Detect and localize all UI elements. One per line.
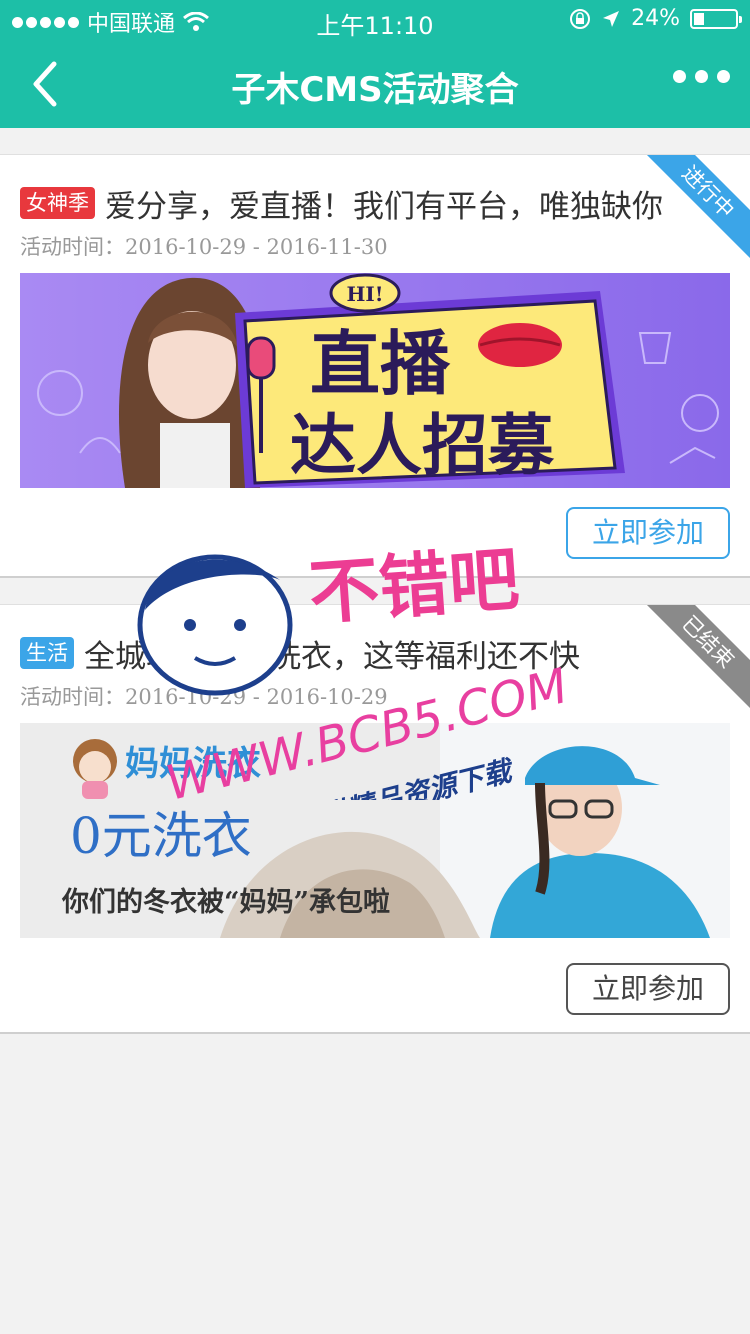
brand-name: 妈妈洗衣 [125,744,261,784]
join-button[interactable]: 立即参加 [566,963,730,1015]
activity-time-label: 活动时间： [20,685,125,709]
banner-headline: 0元洗衣 [70,807,252,865]
activity-card[interactable]: 女神季 爱分享，爱直播！我们有平台，唯独缺你 活动时间：2016-10-29 -… [0,154,750,578]
battery-percent: 24% [631,6,680,31]
activity-time: 活动时间：2016-10-29 - 2016-11-30 [20,231,388,261]
activity-time-range: 2016-10-29 - 2016-10-29 [125,685,388,709]
status-right: 24% [569,6,742,31]
page-title: 子木CMS活动聚合 [231,70,519,110]
activity-time-range: 2016-10-29 - 2016-11-30 [125,235,388,259]
banner-subheadline: 达人招募 [290,406,555,484]
activity-time: 活动时间：2016-10-29 - 2016-10-29 [20,681,388,711]
activity-time-label: 活动时间： [20,235,125,259]
banner-headline: 直播 [310,322,451,405]
more-icon[interactable] [673,70,730,83]
join-button[interactable]: 立即参加 [566,507,730,559]
activity-banner-image[interactable]: 妈妈洗衣 0元洗衣 你们的冬衣被“妈妈”承包啦 [20,723,730,938]
svg-text:HI!: HI! [346,282,383,306]
category-tag: 生活 [20,637,74,669]
app-header: 中国联通 上午11:10 24% 子木CMS活动聚合 [0,0,750,128]
activity-title-row: 生活 全城取件收送洗衣，这等福利还不快 [20,633,730,673]
activity-title: 爱分享，爱直播！我们有平台，唯独缺你 [105,188,663,224]
rotation-lock-icon [570,8,591,29]
navigation-bar: 子木CMS活动聚合 [0,40,750,128]
activity-banner-image[interactable]: HI! 直播 达人招募 [20,273,730,488]
activity-card[interactable]: 生活 全城取件收送洗衣，这等福利还不快 活动时间：2016-10-29 - 20… [0,604,750,1034]
lips-icon [478,323,562,367]
activity-title-row: 女神季 爱分享，爱直播！我们有平台，唯独缺你 [20,183,730,223]
location-arrow-icon [603,10,620,27]
battery-icon [690,8,742,29]
category-tag: 女神季 [20,187,95,219]
banner-subheadline: 你们的冬衣被“妈妈”承包啦 [61,886,390,918]
activity-title: 全城取件收送洗衣，这等福利还不快 [84,638,580,674]
status-bar: 中国联通 上午11:10 24% [0,0,750,40]
hi-bubble: HI! [329,273,401,313]
